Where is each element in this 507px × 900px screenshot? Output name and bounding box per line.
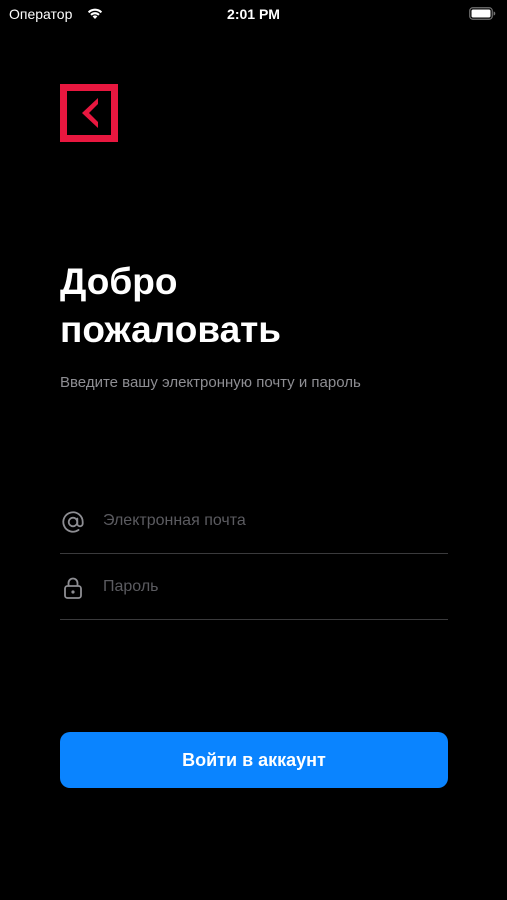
status-time: 2:01 PM: [227, 6, 280, 22]
battery-full-icon: [469, 7, 496, 20]
at-sign-icon: [62, 511, 84, 533]
login-button[interactable]: Войти в аккаунт: [60, 732, 448, 788]
password-input[interactable]: [103, 571, 443, 603]
lock-icon: [64, 577, 82, 599]
page-subtitle: Введите вашу электронную почту и пароль: [60, 374, 361, 391]
title-line-2: пожаловать: [60, 309, 282, 350]
title-line-1: Добро: [60, 261, 178, 302]
email-input[interactable]: [103, 505, 443, 537]
page-title: Добро пожаловать: [60, 258, 460, 354]
status-bar: Оператор 2:01 PM: [0, 0, 507, 28]
password-field[interactable]: [60, 553, 448, 620]
back-arrow-logo: [60, 84, 118, 142]
email-field[interactable]: [60, 487, 448, 554]
